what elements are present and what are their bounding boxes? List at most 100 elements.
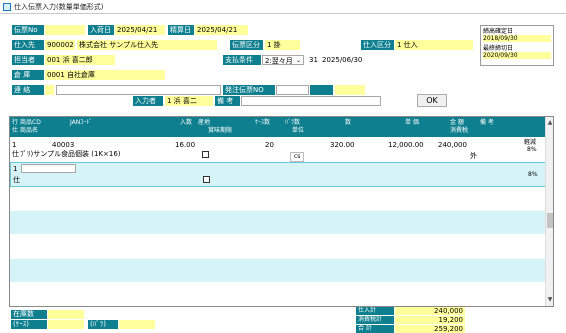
table-row-active[interactable]: 1 仕 8% (10, 162, 547, 187)
shiharai-select-value: 2:翌々月 (265, 57, 293, 65)
zaiko-case-value (48, 320, 84, 329)
row-tax-rate: 8% (527, 146, 537, 153)
detail-grid: 行 商品CD JANｺｰﾄﾞ 入数 産地 ｹｰｽ数 ﾊﾞﾗ数 数 単 価 金 額… (9, 116, 554, 307)
zaiko-bara-field (119, 320, 155, 329)
shohizei-label: 消費税計 (356, 316, 394, 324)
col-qty: 数 (345, 119, 352, 126)
header-form: 伝票No 入荷日 2025/04/21 精算日 2025/04/21 仕入先 9… (8, 20, 473, 112)
renraku-label: 連 絡 (12, 85, 44, 95)
shiire-kubun-field[interactable]: 1 仕入 (395, 40, 473, 50)
denpyo-kubun-label: 伝票区分 (230, 40, 263, 50)
nyuka-date-field[interactable]: 2025/04/21 (115, 25, 165, 35)
saishu-label: 最終締切日 (483, 45, 514, 52)
denpyo-kubun-field[interactable]: 1 掛 (265, 40, 300, 50)
title-bar: 仕入伝票入力(数量単価形式) (0, 0, 566, 14)
shiire-kei-label: 仕入計 (356, 307, 394, 315)
shiharai-label: 支払条件 (223, 55, 261, 65)
nyuka-date-label: 入荷日 (88, 25, 114, 35)
empty-row (10, 259, 547, 282)
renraku-code-field[interactable] (45, 85, 54, 95)
scroll-thumb[interactable] (547, 213, 553, 228)
row-line: 1 (12, 141, 17, 149)
shiiresaki-label: 仕入先 (12, 40, 44, 50)
scroll-down-icon[interactable]: ▼ (546, 296, 553, 304)
hatchu-label: 発注伝票NO (223, 85, 275, 95)
right-info-panel: 締高確定日 2018/09/30 最終締切日 2020/09/30 (480, 25, 554, 66)
app-icon (3, 2, 11, 11)
shohizei-value: 19,200 (395, 316, 465, 324)
saishu-value: 2020/09/30 (483, 52, 551, 59)
renraku-field[interactable] (56, 85, 221, 95)
col-sanchi: 産地 (198, 119, 211, 126)
col-irisu: 入数 (180, 119, 193, 126)
col-gyo: 行 (12, 119, 19, 126)
grid-header: 行 商品CD JANｺｰﾄﾞ 入数 産地 ｹｰｽ数 ﾊﾞﾗ数 数 単 価 金 額… (10, 117, 547, 137)
row-tax: 外 (470, 152, 477, 160)
scroll-up-icon[interactable]: ▲ (546, 119, 553, 127)
row-cases: 20 (265, 141, 274, 149)
col-jan: JANｺｰﾄﾞ (70, 119, 93, 126)
row-kubun: 仕 (13, 176, 20, 184)
shiire-kubun-label: 仕入区分 (361, 40, 394, 50)
col-shohin-cd: 商品CD (20, 119, 41, 126)
table-row[interactable]: 1 40003 16.00 20 320.00 12,000.00 240,00… (10, 138, 547, 162)
row-kubun: 仕 (12, 150, 19, 158)
zaiko-case-field (48, 310, 84, 319)
row-irisu: 16.00 (175, 141, 196, 149)
shomi-checkbox[interactable] (202, 151, 209, 158)
shiharai-day: 31 (309, 56, 318, 64)
row-price: 12,000.00 (388, 141, 424, 149)
col-shomi: 賞味期限 (208, 127, 233, 134)
denpyo-no-field[interactable] (45, 25, 85, 35)
row-tax-rate: 8% (528, 171, 538, 178)
row-name: ﾌﾟﾘ)サンプル食品個装 (1K×16) (20, 150, 121, 158)
keijo-date-label: 精算日 (168, 25, 194, 35)
col-shohin-name: 商品名 (20, 127, 39, 134)
empty-row (10, 211, 547, 234)
biko-field[interactable] (241, 96, 381, 106)
bara-label: (ﾊﾞﾗ) (88, 320, 118, 329)
nyuryokusha-label: 入力者 (133, 96, 163, 106)
window-title: 仕入伝票入力(数量単価形式) (14, 2, 104, 11)
col-bara: ﾊﾞﾗ数 (285, 119, 301, 126)
row-qty: 320.00 (330, 141, 355, 149)
shiire-kei-value: 240,000 (395, 307, 465, 315)
shiharai-select[interactable]: 2:翌々月 ⌄ (262, 55, 304, 65)
row-unit: cs (290, 152, 305, 162)
col-unit: 単位 (292, 127, 305, 134)
code-input[interactable] (21, 164, 76, 173)
col-amount: 金 額 (450, 119, 464, 126)
shimedaka-label: 締高確定日 (483, 28, 514, 35)
col-price: 単 価 (405, 119, 419, 126)
row-amount: 240,000 (438, 141, 467, 149)
gokei-value: 259,200 (395, 325, 465, 333)
nyuryokusha-field[interactable]: 1 浜 喜二 (165, 96, 213, 106)
shimedaka-value: 2018/09/30 (483, 35, 551, 42)
hatchu-extra-field[interactable] (335, 85, 365, 95)
shomi-checkbox[interactable] (203, 176, 210, 183)
keijo-date-field[interactable]: 2025/04/21 (195, 25, 248, 35)
row-code: 40003 (52, 141, 75, 149)
tantosha-label: 担当者 (12, 55, 44, 65)
col-cases: ｹｰｽ数 (255, 119, 271, 126)
chevron-down-icon: ⌄ (295, 57, 301, 64)
col-biko: 備 考 (480, 119, 494, 126)
soko-label: 倉 庫 (12, 70, 44, 80)
gokei-label: 合 計 (356, 325, 394, 333)
col-tax: 消費税 (450, 127, 469, 134)
shiiresaki-name-field[interactable]: 株式会社 サンプル仕入先 (77, 40, 217, 50)
shiharai-date: 2025/06/30 (322, 56, 363, 64)
row-line: 1 (13, 165, 18, 173)
shiiresaki-code-field[interactable]: 900002 (45, 40, 75, 50)
tantosha-field[interactable]: 001 浜 喜二郎 (45, 55, 115, 65)
hatchu-field[interactable] (276, 85, 309, 95)
soko-field[interactable]: 0001 自社倉庫 (45, 70, 165, 80)
footer: 在庫数 (ｹｰｽ) (ﾊﾞﾗ) 仕入計 240,000 消費税計 19,200 … (0, 307, 566, 333)
grid-scrollbar[interactable]: ▲ ▼ (545, 117, 553, 306)
ok-button[interactable]: OK (417, 94, 447, 107)
col-kubun: 仕 (12, 127, 19, 134)
zaiko-label: 在庫数 (11, 310, 47, 319)
denpyo-no-label: 伝票No (12, 25, 44, 35)
biko-label: 備 考 (215, 96, 240, 106)
hatchu-sub-field (310, 85, 333, 95)
